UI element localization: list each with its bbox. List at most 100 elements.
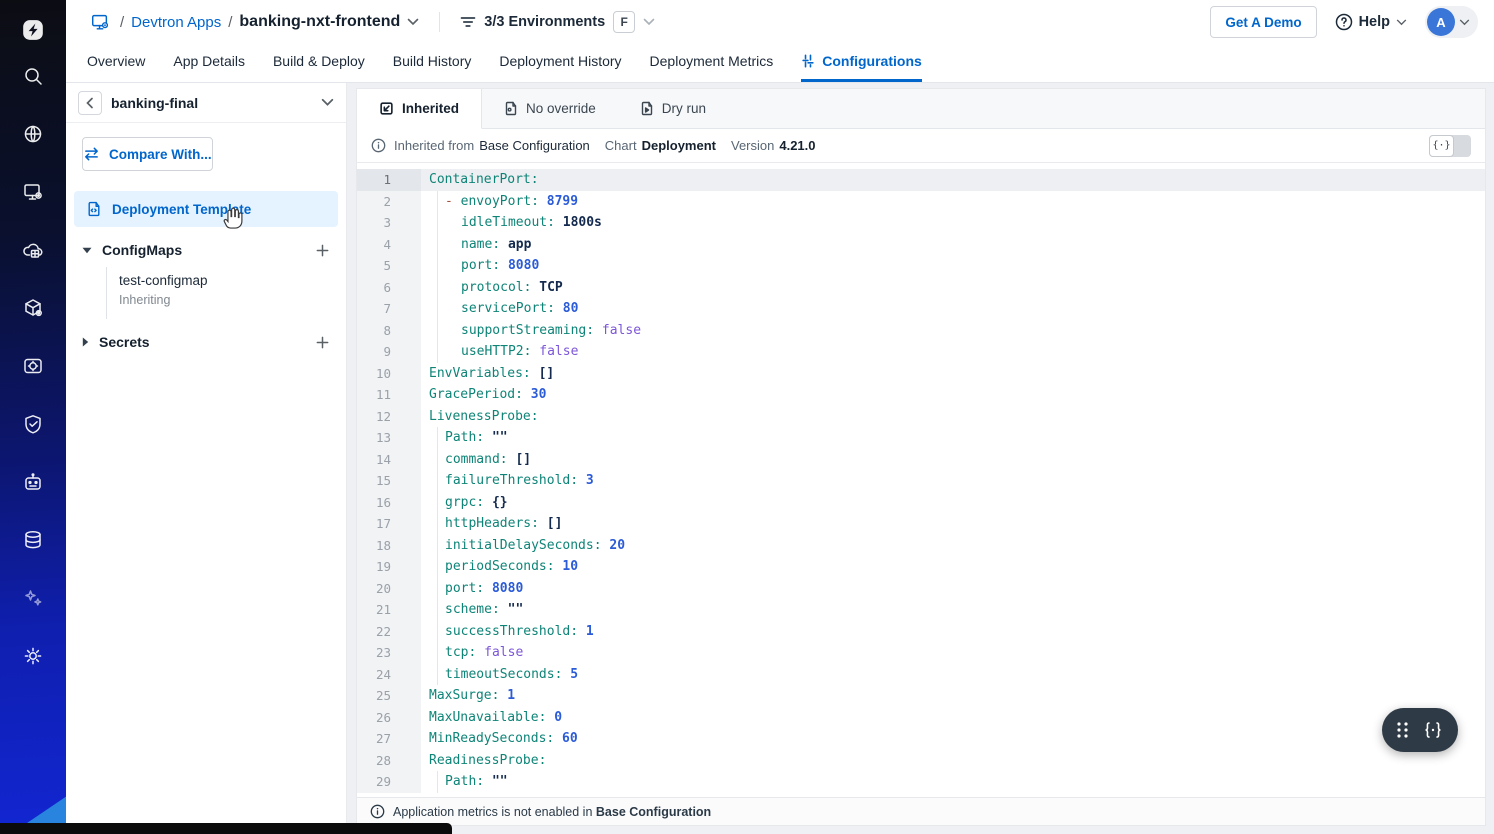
sparkles-icon[interactable] (21, 586, 45, 610)
tab-build-history[interactable]: Build History (393, 44, 472, 82)
add-configmap-button[interactable] (315, 243, 330, 258)
line-number: 23 (357, 642, 421, 664)
view-tab-inherited[interactable]: Inherited (357, 89, 482, 129)
yaml-line: 18initialDelaySeconds: 20 (357, 535, 1485, 557)
user-menu[interactable]: A (1425, 6, 1478, 38)
question-circle-icon (1335, 13, 1353, 31)
view-tab-no-override[interactable]: No override (482, 89, 618, 128)
configmap-list: test-configmap Inheriting (106, 267, 346, 319)
line-number: 28 (357, 750, 421, 772)
line-number: 21 (357, 599, 421, 621)
line-number: 24 (357, 664, 421, 686)
line-number: 4 (357, 234, 421, 256)
devtron-configurations-page: / Devtron Apps / banking-nxt-frontend 3/… (0, 0, 1494, 834)
gear-icon[interactable] (21, 644, 45, 668)
database-stack-icon[interactable] (21, 528, 45, 552)
sidebar-item-test-configmap[interactable]: test-configmap (119, 271, 346, 291)
yaml-line: 5port: 8080 (357, 255, 1485, 277)
back-button[interactable] (78, 91, 102, 115)
line-number: 2 (357, 191, 421, 213)
file-play-icon (640, 101, 654, 116)
yaml-editor[interactable]: 1ContainerPort:2- envoyPort: 87993idleTi… (357, 163, 1485, 797)
add-secret-button[interactable] (315, 335, 330, 350)
line-number: 7 (357, 298, 421, 320)
app-switcher-chevron-icon[interactable] (407, 18, 419, 26)
file-code-icon (86, 201, 102, 217)
tab-app-details[interactable]: App Details (173, 44, 245, 82)
robot-icon[interactable] (21, 470, 45, 494)
yaml-line: 10EnvVariables: [] (357, 363, 1485, 385)
yaml-code: MaxSurge: 1 (421, 685, 1485, 707)
view-tab-label: No override (526, 101, 596, 116)
top-header: / Devtron Apps / banking-nxt-frontend 3/… (66, 0, 1494, 44)
floating-actions-pill[interactable] (1382, 708, 1458, 752)
braces-icon: {·} (1429, 135, 1454, 157)
line-number: 16 (357, 492, 421, 514)
left-nav-rail (0, 0, 66, 834)
breadcrumb-slash: / (228, 14, 232, 31)
avatar: A (1427, 8, 1455, 36)
yaml-code: supportStreaming: false (421, 320, 1485, 342)
yaml-line: 25MaxSurge: 1 (357, 685, 1485, 707)
environment-count-label: 3/3 Environments (484, 14, 605, 30)
grid-dots-icon[interactable] (1396, 721, 1409, 739)
help-menu[interactable]: Help (1335, 13, 1407, 31)
camera-gear-icon[interactable] (21, 354, 45, 378)
yaml-code: protocol: TCP (421, 277, 1485, 299)
monitor-icon[interactable] (21, 180, 45, 204)
yaml-line: 24timeoutSeconds: 5 (357, 664, 1485, 686)
file-dot-icon (504, 101, 518, 116)
sidebar-group-configmaps[interactable]: ConfigMaps (66, 233, 346, 267)
environment-dropdown-chevron-icon[interactable] (321, 98, 334, 107)
yaml-code: periodSeconds: 10 (421, 556, 1485, 578)
info-segment: Inherited from (394, 138, 474, 153)
yaml-code: MaxUnavailable: 0 (421, 707, 1485, 729)
line-number: 15 (357, 470, 421, 492)
yaml-code: EnvVariables: [] (421, 363, 1485, 385)
yaml-code: ContainerPort: (421, 169, 1485, 191)
sidebar-group-secrets[interactable]: Secrets (66, 325, 346, 359)
caret-right-icon (82, 337, 89, 347)
breadcrumb-slash: / (120, 14, 124, 31)
yaml-line: 21scheme: "" (357, 599, 1485, 621)
line-number: 12 (357, 406, 421, 428)
braces-icon[interactable] (1422, 721, 1444, 739)
line-number: 5 (357, 255, 421, 277)
environment-chevron-icon[interactable] (643, 18, 655, 26)
breadcrumb-devtron-apps[interactable]: Devtron Apps (131, 14, 221, 31)
environment-header: banking-final (66, 83, 346, 123)
yaml-line: 13Path: "" (357, 427, 1485, 449)
shield-check-icon[interactable] (21, 412, 45, 436)
yaml-line: 23tcp: false (357, 642, 1485, 664)
tab-deployment-history[interactable]: Deployment History (499, 44, 621, 82)
search-icon[interactable] (21, 64, 45, 88)
configmaps-label: ConfigMaps (102, 242, 305, 258)
tab-deployment-metrics[interactable]: Deployment Metrics (650, 44, 774, 82)
devtron-logo-slot (21, 8, 45, 52)
environment-selector[interactable]: 3/3 Environments F (460, 11, 655, 33)
yaml-code: Path: "" (421, 427, 1485, 449)
package-cube-icon[interactable] (21, 296, 45, 320)
code-view-toggle[interactable]: {·} (1429, 135, 1471, 157)
sidebar-item-deployment-template[interactable]: Deployment Template (74, 191, 338, 227)
breadcrumb-app-name[interactable]: banking-nxt-frontend (239, 13, 400, 31)
yaml-line: 4name: app (357, 234, 1485, 256)
tab-overview[interactable]: Overview (87, 44, 145, 82)
line-number: 6 (357, 277, 421, 299)
view-tab-label: Inherited (402, 101, 459, 116)
tab-label: Configurations (822, 53, 922, 69)
inherited-info-bar: Inherited fromBase ConfigurationChartDep… (357, 129, 1485, 163)
globe-icon[interactable] (21, 122, 45, 146)
sliders-icon (801, 54, 815, 68)
tab-label: Deployment Metrics (650, 53, 774, 69)
compare-with-button[interactable]: Compare With... (82, 137, 213, 171)
tab-label: Deployment History (499, 53, 621, 69)
cloud-grid-icon[interactable] (21, 238, 45, 262)
view-tab-dry-run[interactable]: Dry run (618, 89, 728, 128)
yaml-code: MinReadySeconds: 60 (421, 728, 1485, 750)
line-number: 20 (357, 578, 421, 600)
get-a-demo-button[interactable]: Get A Demo (1210, 6, 1316, 38)
tab-configurations[interactable]: Configurations (801, 44, 922, 82)
app-breadcrumb-icon (90, 12, 110, 32)
tab-build-deploy[interactable]: Build & Deploy (273, 44, 365, 82)
